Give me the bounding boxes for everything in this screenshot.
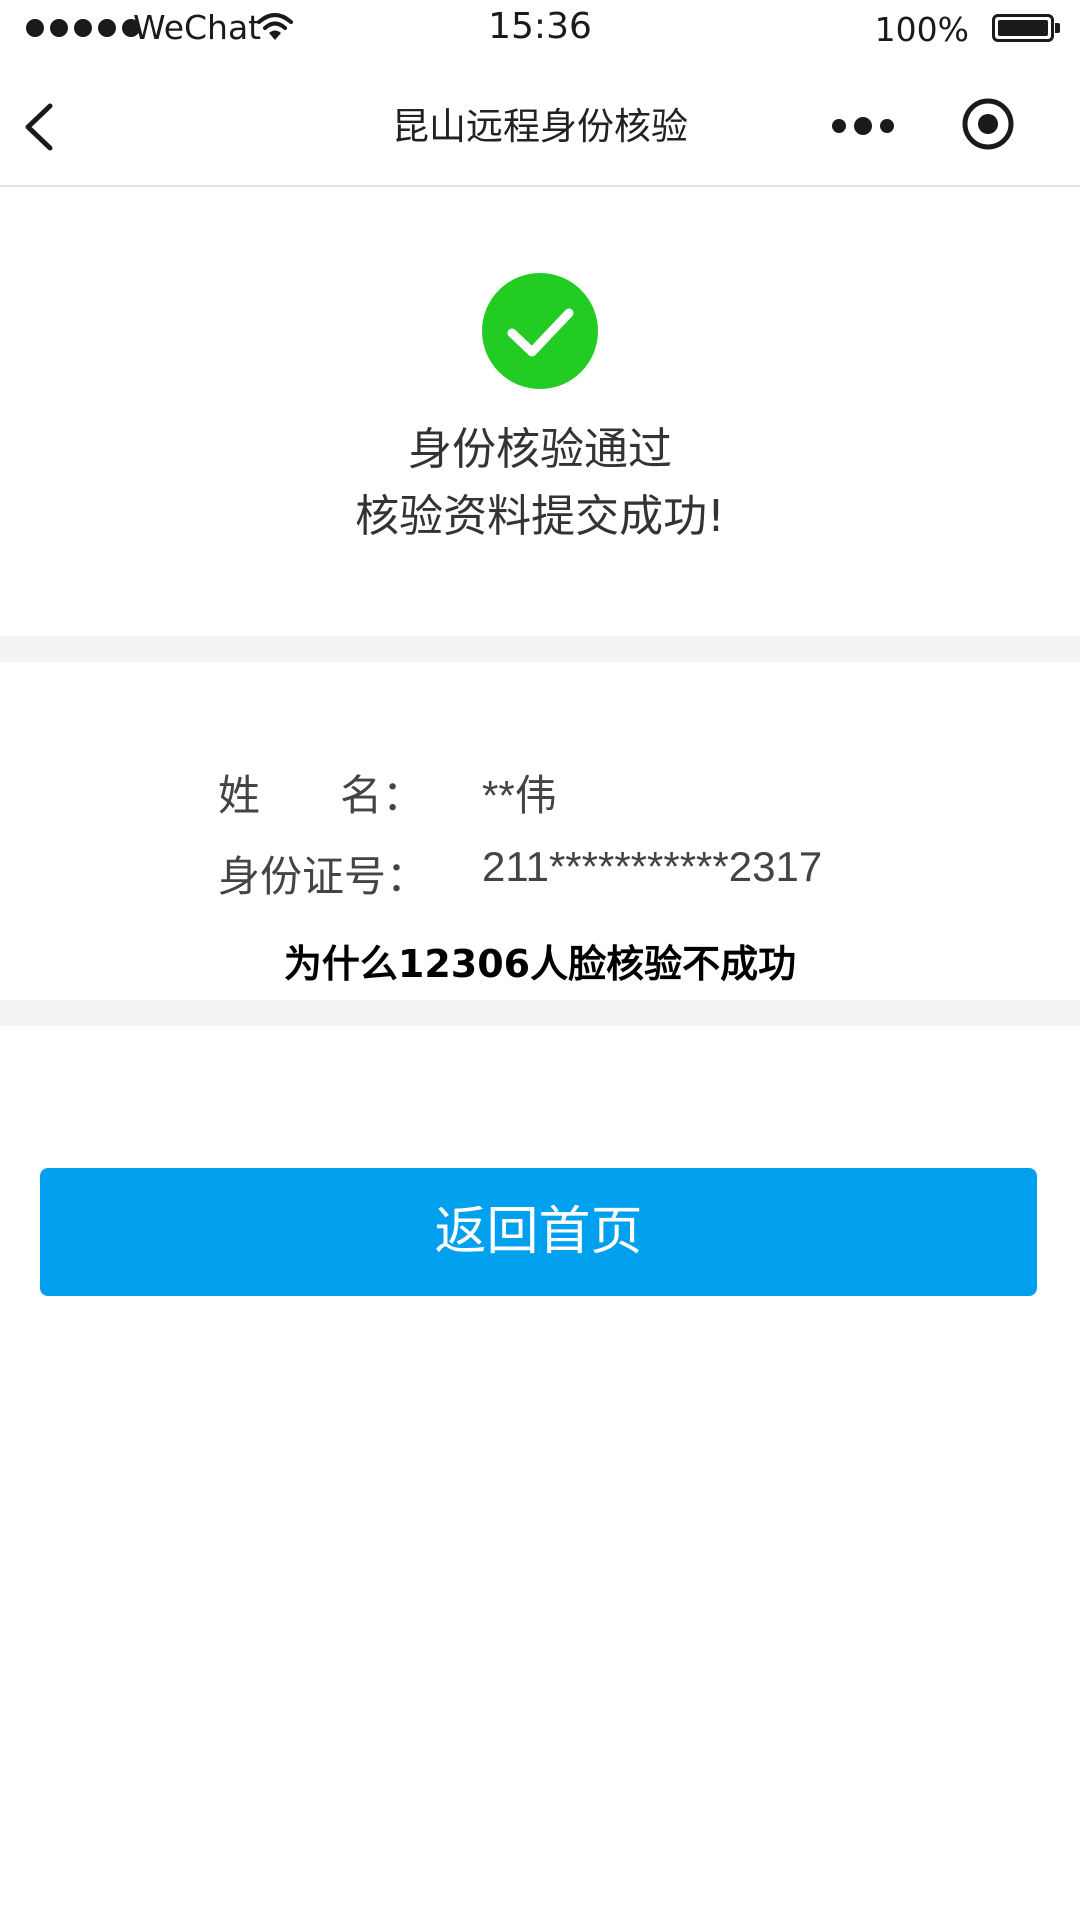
- battery-icon: [992, 14, 1062, 44]
- record-circle-icon[interactable]: [960, 96, 1016, 152]
- overlay-caption: 为什么12306人脸核验不成功: [283, 942, 797, 986]
- section-divider: [0, 1000, 1080, 1026]
- result-subtitle: 核验资料提交成功!: [355, 491, 725, 542]
- success-check-icon: [482, 273, 598, 389]
- id-number-value: 211***********2317: [482, 843, 823, 890]
- return-home-button[interactable]: 返回首页: [40, 1168, 1037, 1296]
- name-value: **伟: [482, 772, 557, 819]
- more-dots-icon[interactable]: [830, 114, 896, 138]
- name-label: 姓 名：: [218, 771, 425, 820]
- status-bar: WeChat 15:36 100%: [0, 0, 1080, 60]
- id-number-label: 身份证号：: [218, 852, 429, 901]
- page-title: 昆山远程身份核验: [392, 105, 688, 148]
- nav-bar: 昆山远程身份核验: [0, 60, 1080, 187]
- section-divider: [0, 636, 1080, 662]
- result-title: 身份核验通过: [408, 424, 672, 475]
- battery-percentage: 100%: [874, 10, 969, 49]
